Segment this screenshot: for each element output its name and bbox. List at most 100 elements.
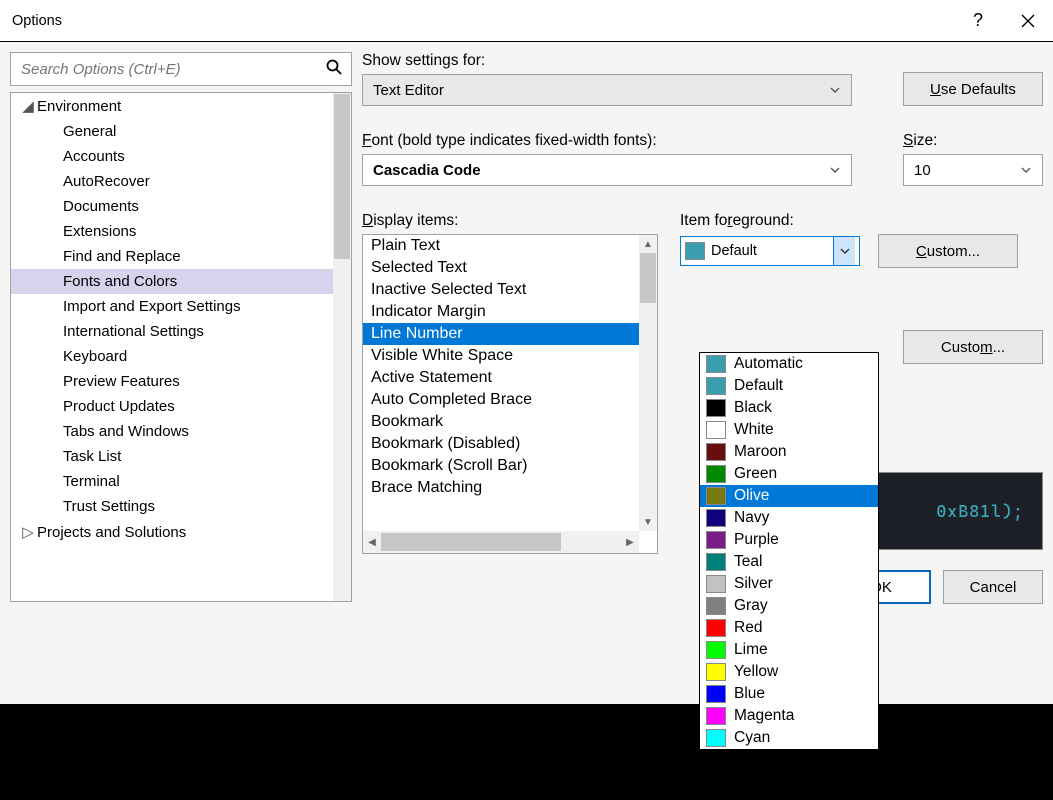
scroll-up-icon[interactable]: ▲ (639, 235, 657, 253)
tree-item[interactable]: Accounts (11, 144, 351, 169)
dropdown-item[interactable]: Green (700, 463, 878, 485)
tree-item[interactable]: Tabs and Windows (11, 419, 351, 444)
display-item[interactable]: Plain Text (363, 235, 639, 257)
tree-item[interactable]: Extensions (11, 219, 351, 244)
dropdown-item-label: Teal (734, 553, 762, 571)
display-item[interactable]: Visible White Space (363, 345, 639, 367)
search-icon (325, 58, 343, 80)
dropdown-item-label: Cyan (734, 729, 770, 747)
display-items-hscroll[interactable]: ◀ ▶ (363, 531, 639, 553)
color-swatch (706, 597, 726, 615)
tree-item[interactable]: Trust Settings (11, 494, 351, 519)
dropdown-item[interactable]: Red (700, 617, 878, 639)
color-swatch (706, 575, 726, 593)
display-item[interactable]: Selected Text (363, 257, 639, 279)
dropdown-item[interactable]: Maroon (700, 441, 878, 463)
color-swatch (706, 553, 726, 571)
tree-item[interactable]: Preview Features (11, 369, 351, 394)
dropdown-item[interactable]: Magenta (700, 705, 878, 727)
size-combo[interactable]: 10 (903, 154, 1043, 186)
item-foreground-combo[interactable]: Default (680, 236, 860, 266)
tree-item[interactable]: Documents (11, 194, 351, 219)
display-item[interactable]: Auto Completed Brace (363, 389, 639, 411)
tree-item[interactable]: Task List (11, 444, 351, 469)
font-combo[interactable]: Cascadia Code (362, 154, 852, 186)
display-items-label: Display items: (362, 212, 658, 230)
close-button[interactable] (1003, 0, 1053, 42)
dropdown-item-label: Maroon (734, 443, 787, 461)
size-label: Size: (903, 132, 1043, 150)
foreground-dropdown[interactable]: AutomaticDefaultBlackWhite Maroon Green Oli… (699, 352, 879, 750)
display-item[interactable]: Inactive Selected Text (363, 279, 639, 301)
use-defaults-button[interactable]: Use Defaults (903, 72, 1043, 106)
display-item[interactable]: Active Statement (363, 367, 639, 389)
tree-item[interactable]: Find and Replace (11, 244, 351, 269)
dropdown-item[interactable]: Purple (700, 529, 878, 551)
color-swatch (706, 421, 726, 439)
window-title: Options (12, 13, 953, 29)
item-foreground-label: Item foreground: (680, 212, 1043, 230)
scroll-thumb[interactable] (381, 533, 561, 551)
custom-foreground-button[interactable]: Custom... (878, 234, 1018, 268)
display-item[interactable]: Bookmark (Disabled) (363, 433, 639, 455)
scroll-left-icon[interactable]: ◀ (363, 537, 381, 548)
tree-item[interactable]: International Settings (11, 319, 351, 344)
chevron-down-icon (829, 84, 841, 96)
tree-scrollbar[interactable] (333, 93, 351, 601)
cancel-button[interactable]: Cancel (943, 570, 1043, 604)
search-input[interactable] (19, 60, 325, 79)
chevron-down-icon (1020, 164, 1032, 176)
color-swatch (706, 663, 726, 681)
dropdown-item-label: Magenta (734, 707, 794, 725)
scroll-right-icon[interactable]: ▶ (621, 537, 639, 548)
dropdown-item-label: Olive (734, 487, 769, 505)
display-items-vscroll[interactable]: ▲ ▼ (639, 235, 657, 531)
help-button[interactable]: ? (953, 0, 1003, 42)
tree-folder[interactable]: ▷Projects and Solutions (11, 519, 351, 545)
display-item[interactable]: Indicator Margin (363, 301, 639, 323)
dropdown-item[interactable]: Automatic (700, 353, 878, 375)
dropdown-item[interactable]: Lime (700, 639, 878, 661)
dropdown-item[interactable]: Black (700, 397, 878, 419)
color-swatch (706, 619, 726, 637)
options-tree[interactable]: ◢EnvironmentGeneralAccountsAutoRecoverDo… (10, 92, 352, 602)
show-settings-combo[interactable]: Text Editor (362, 74, 852, 106)
custom-background-button[interactable]: Custom... (903, 330, 1043, 364)
display-items-list[interactable]: Plain TextSelected TextInactive Selected… (362, 234, 658, 554)
dropdown-item[interactable]: Default (700, 375, 878, 397)
search-input-wrap[interactable] (10, 52, 352, 86)
font-label: Font (bold type indicates fixed-width fo… (362, 132, 883, 150)
dropdown-item[interactable]: Yellow (700, 661, 878, 683)
dropdown-item-label: Purple (734, 531, 779, 549)
dropdown-item[interactable]: Cyan (700, 727, 878, 749)
dialog-body: ◢EnvironmentGeneralAccountsAutoRecoverDo… (0, 42, 1053, 704)
dropdown-item[interactable]: Navy (700, 507, 878, 529)
tree-item[interactable]: Product Updates (11, 394, 351, 419)
tree-folder[interactable]: ◢Environment (11, 93, 351, 119)
dropdown-item-label: Blue (734, 685, 765, 703)
dropdown-item[interactable]: Silver (700, 573, 878, 595)
dropdown-item[interactable]: Gray (700, 595, 878, 617)
display-item[interactable]: Bookmark (Scroll Bar) (363, 455, 639, 477)
dropdown-item[interactable]: Blue (700, 683, 878, 705)
color-swatch (706, 707, 726, 725)
tree-item[interactable]: Terminal (11, 469, 351, 494)
tree-item[interactable]: Fonts and Colors (11, 269, 351, 294)
dropdown-item[interactable]: White (700, 419, 878, 441)
tree-item[interactable]: AutoRecover (11, 169, 351, 194)
foreground-swatch (685, 242, 705, 260)
display-item[interactable]: Brace Matching (363, 477, 639, 499)
display-item[interactable]: Bookmark (363, 411, 639, 433)
color-swatch (706, 685, 726, 703)
dropdown-item[interactable]: Olive (700, 485, 878, 507)
color-swatch (706, 509, 726, 527)
tree-item[interactable]: Import and Export Settings (11, 294, 351, 319)
dropdown-item[interactable]: Teal (700, 551, 878, 573)
scroll-down-icon[interactable]: ▼ (639, 513, 657, 531)
scroll-thumb[interactable] (640, 253, 656, 303)
tree-scroll-thumb[interactable] (334, 94, 350, 259)
tree-item[interactable]: Keyboard (11, 344, 351, 369)
display-item[interactable]: Line Number (363, 323, 639, 345)
tree-item[interactable]: General (11, 119, 351, 144)
show-settings-value: Text Editor (373, 82, 444, 99)
